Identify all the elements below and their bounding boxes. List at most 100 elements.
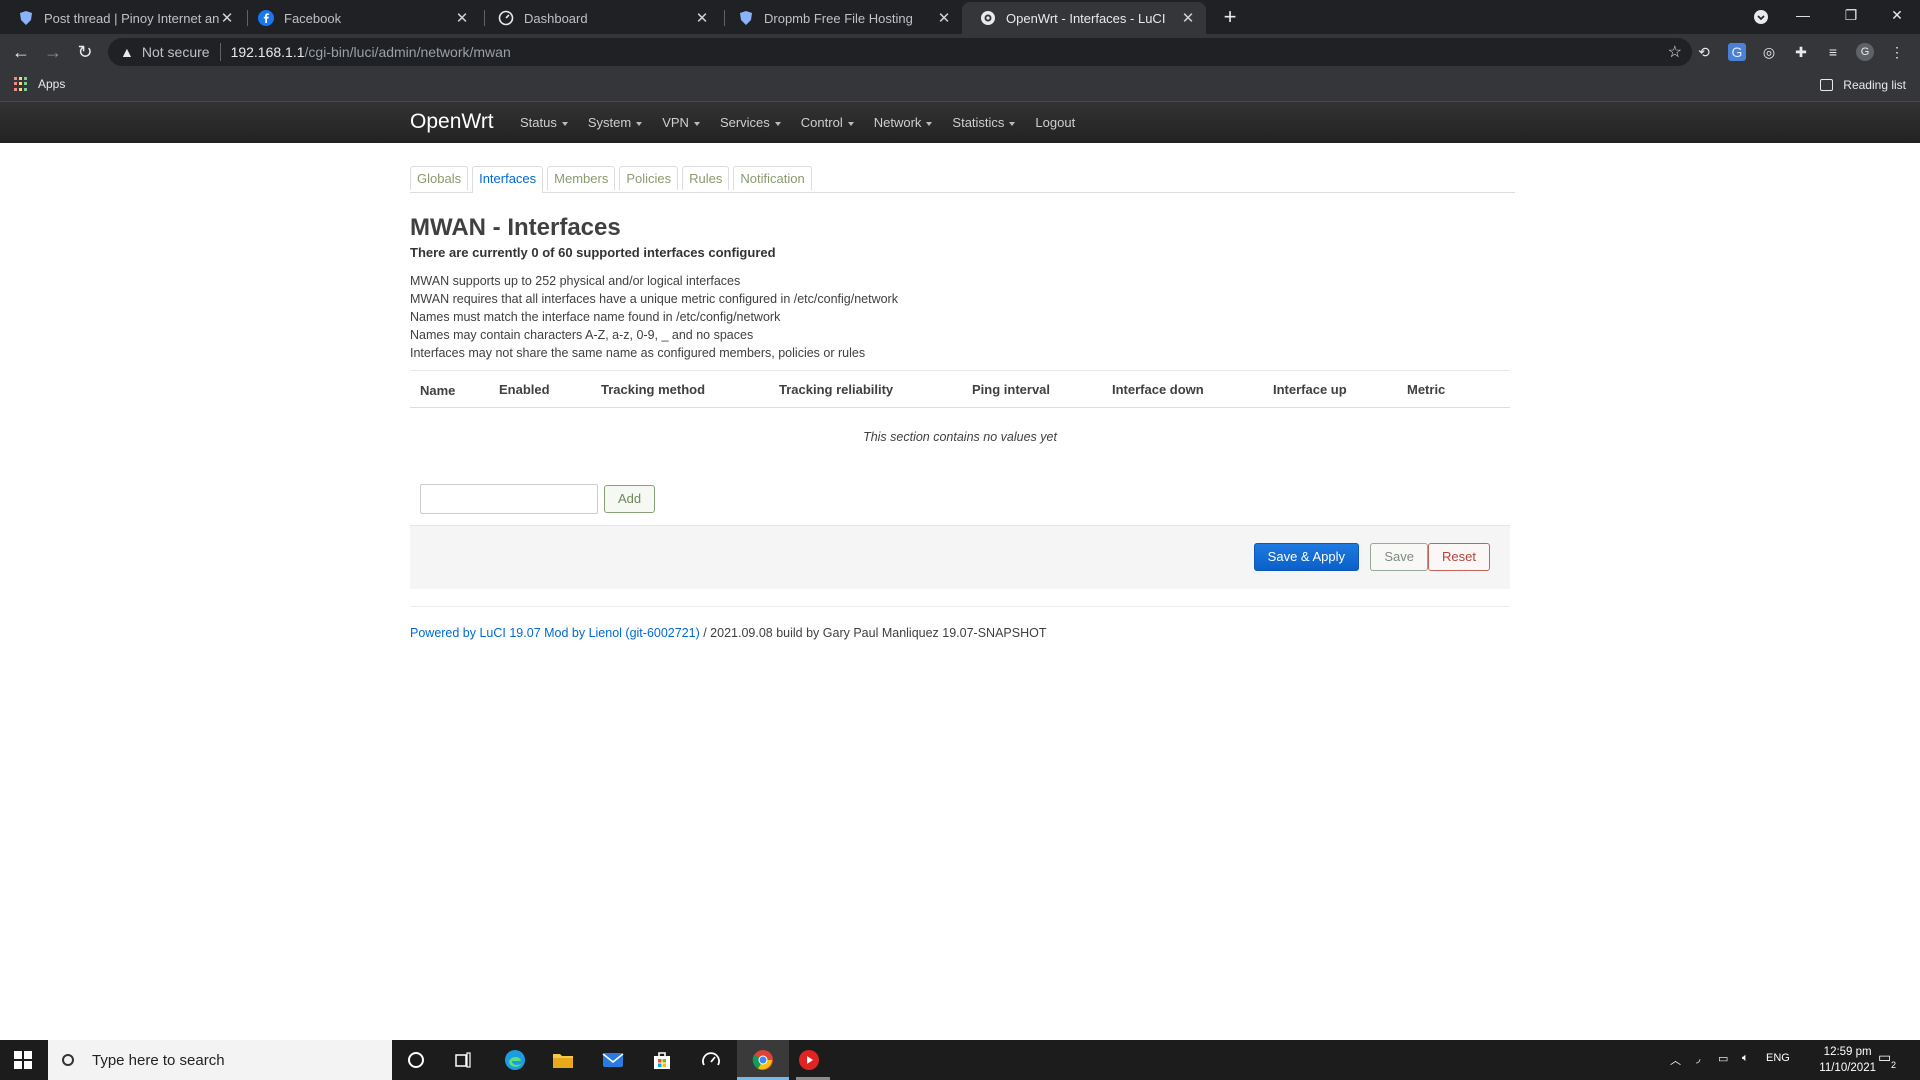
close-window-icon[interactable]: ✕ (1874, 0, 1920, 32)
close-icon[interactable]: ✕ (936, 9, 952, 27)
tab-title: Post thread | Pinoy Internet and (44, 10, 219, 26)
tab-title: Facebook (284, 10, 342, 26)
new-interface-name-input[interactable] (420, 484, 598, 514)
close-icon[interactable]: ✕ (219, 9, 235, 27)
apps-bookmark[interactable]: Apps (14, 77, 65, 91)
close-icon[interactable]: ✕ (454, 9, 470, 27)
battery-icon[interactable]: ▭ (1718, 1052, 1728, 1065)
notifications-icon[interactable]: ▭ (1878, 1049, 1891, 1066)
menu-label: Statistics (952, 115, 1005, 130)
column-header-ping-interval: Ping interval (972, 382, 1051, 397)
add-button[interactable]: Add (604, 485, 656, 513)
clock-time: 12:59 pm (1823, 1046, 1872, 1058)
caret-down-icon (926, 121, 933, 126)
description-line: MWAN requires that all interfaces have a… (410, 292, 898, 306)
tab-interfaces[interactable]: Interfaces (472, 166, 544, 193)
clock-date: 11/10/2021 (1819, 1062, 1876, 1074)
column-header-tracking-reliability: Tracking reliability (779, 382, 894, 397)
back-icon[interactable]: ← (9, 40, 33, 64)
description-line: Names must match the interface name foun… (410, 310, 781, 324)
url-host[interactable]: 192.168.1.1 (231, 44, 305, 60)
reading-list-icon (1820, 79, 1834, 91)
section-description: MWAN supports up to 252 physical and/or … (410, 272, 898, 362)
tab-rules[interactable]: Rules (682, 166, 730, 190)
edge-icon[interactable] (502, 1048, 528, 1072)
new-tab-button[interactable]: + (1217, 5, 1243, 29)
minimize-icon[interactable]: — (1780, 0, 1826, 32)
show-hidden-icons-chevron[interactable]: ︿ (1670, 1052, 1681, 1068)
screenshot-icon[interactable]: ◎ (1760, 43, 1778, 61)
store-icon[interactable] (649, 1048, 675, 1072)
menu-logout[interactable]: Logout (1035, 115, 1075, 130)
tab-notification[interactable]: Notification (733, 166, 812, 190)
security-label[interactable]: Not secure (142, 44, 210, 60)
restore-icon[interactable]: ❐ (1828, 0, 1874, 32)
taskbar-search-box[interactable]: Type here to search (48, 1040, 392, 1080)
windows-start-icon[interactable] (14, 1051, 32, 1069)
menu-services[interactable]: Services (720, 115, 781, 130)
forward-icon[interactable]: → (41, 40, 65, 64)
menu-label: Network (873, 115, 922, 130)
chrome-icon (752, 1050, 773, 1070)
speedometer-icon[interactable] (698, 1048, 724, 1072)
tab-search-icon[interactable] (1738, 1, 1784, 33)
browser-tab-facebook[interactable]: Facebook ✕ (240, 2, 480, 34)
warning-icon[interactable]: ▲ (120, 44, 134, 60)
browser-tab-openwrt[interactable]: OpenWrt - Interfaces - LuCI ✕ (962, 2, 1206, 34)
mail-icon[interactable] (600, 1048, 626, 1072)
reading-list-button[interactable]: Reading list (1820, 78, 1906, 92)
description-line: Names may contain characters A-Z, a-z, 0… (410, 328, 754, 342)
address-bar[interactable]: ▲ Not secure 192.168.1.1/cgi-bin/luci/ad… (108, 38, 1692, 66)
extension-icon[interactable]: ⟲ (1695, 43, 1713, 61)
menu-system[interactable]: System (588, 115, 643, 130)
url-path[interactable]: /cgi-bin/luci/admin/network/mwan (305, 44, 511, 60)
windows-taskbar: Type here to search ︿ ◞ ▭ 🔈︎ ENG 12:59 p… (0, 1040, 1920, 1080)
chrome-taskbar-button[interactable] (737, 1040, 789, 1080)
tab-globals[interactable]: Globals (410, 166, 469, 190)
browser-tab-pinoy[interactable]: Post thread | Pinoy Internet and ✕ (0, 2, 245, 34)
language-indicator[interactable]: ENG (1766, 1052, 1790, 1064)
network-icon[interactable]: ◞ (1696, 1052, 1700, 1065)
tab-policies[interactable]: Policies (619, 166, 679, 190)
luci-link[interactable]: Powered by LuCI 19.07 Mod by Lienol (git… (410, 626, 700, 640)
column-header-interface-down: Interface down (1112, 382, 1204, 397)
menu-network[interactable]: Network (874, 115, 933, 130)
taskbar-clock[interactable]: 12:59 pm 11/10/2021 (1819, 1044, 1876, 1076)
menu-label: Status (520, 115, 557, 130)
close-icon[interactable]: ✕ (694, 9, 710, 27)
menu-control[interactable]: Control (801, 115, 854, 130)
menu-status[interactable]: Status (520, 115, 568, 130)
save-apply-button[interactable]: Save & Apply (1253, 543, 1359, 571)
profile-avatar[interactable]: G (1856, 43, 1874, 61)
media-queue-icon[interactable]: ≡ (1824, 43, 1842, 61)
task-view-icon[interactable] (450, 1048, 476, 1072)
reload-icon[interactable]: ↻ (73, 40, 97, 64)
footer-build-info: / 2021.09.08 build by Gary Paul Manlique… (699, 626, 1047, 640)
globe-icon (981, 11, 995, 25)
menu-kebab-icon[interactable]: ⋮ (1888, 43, 1906, 61)
menu-vpn[interactable]: VPN (662, 115, 700, 130)
save-button[interactable]: Save (1370, 543, 1428, 571)
search-placeholder: Type here to search (92, 1051, 225, 1069)
volume-icon[interactable]: 🔈︎ (1742, 1052, 1749, 1065)
divider (219, 43, 221, 61)
mwan-tabs: Globals Interfaces Members Policies Rule… (410, 166, 1515, 193)
cortana-icon[interactable] (403, 1048, 429, 1072)
menu-label: Services (719, 115, 770, 130)
menu-label: Control (800, 115, 843, 130)
reset-button[interactable]: Reset (1428, 543, 1490, 571)
puzzle-icon[interactable]: ✚ (1792, 43, 1810, 61)
tab-members[interactable]: Members (547, 166, 616, 190)
brand-logo[interactable]: OpenWrt (410, 110, 494, 134)
screen-recorder-icon[interactable] (796, 1048, 822, 1072)
caret-down-icon (774, 121, 781, 126)
browser-tab-dropmb[interactable]: Dropmb Free File Hosting ✕ (720, 2, 962, 34)
file-explorer-icon[interactable] (550, 1048, 576, 1072)
bookmark-star-icon[interactable]: ☆ (1668, 42, 1682, 62)
translate-icon[interactable]: G (1728, 43, 1746, 61)
browser-toolbar: ← → ↻ ▲ Not secure 192.168.1.1/cgi-bin/l… (0, 34, 1920, 70)
browser-tab-dashboard[interactable]: Dashboard ✕ (480, 2, 720, 34)
menu-statistics[interactable]: Statistics (952, 115, 1016, 130)
close-icon[interactable]: ✕ (1180, 9, 1196, 27)
caret-down-icon (1009, 121, 1016, 126)
